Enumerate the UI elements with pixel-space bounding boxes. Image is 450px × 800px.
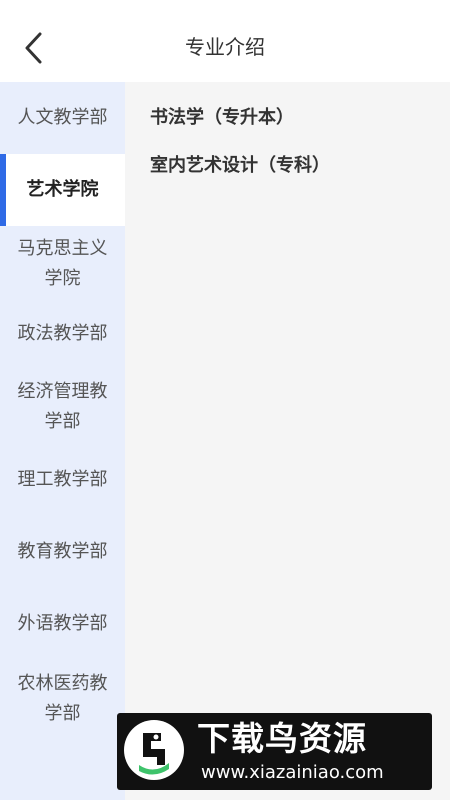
department-sidebar: 人文教学部 艺术学院 马克思主义学院 政法教学部 经济管理教学部 理工教学部 教… <box>0 82 125 800</box>
sidebar-item-economics-management[interactable]: 经济管理教学部 <box>0 366 125 448</box>
sidebar-item-label: 理工教学部 <box>17 469 108 490</box>
sidebar-item-label: 马克思主义学院 <box>17 238 108 289</box>
sidebar-item-label: 人文教学部 <box>17 107 108 128</box>
major-list: 书法学（专升本） 室内艺术设计（专科） <box>125 82 450 800</box>
sidebar-item-foreign-languages[interactable]: 外语教学部 <box>0 592 125 656</box>
sidebar-item-education[interactable]: 教育教学部 <box>0 512 125 592</box>
sidebar-item-politics-law[interactable]: 政法教学部 <box>0 302 125 366</box>
active-indicator <box>0 154 6 226</box>
watermark-title: 下载鸟资源 <box>197 719 367 758</box>
sidebar-item-arts[interactable]: 艺术学院 <box>0 154 125 226</box>
sidebar-item-label: 政法教学部 <box>17 323 108 344</box>
sidebar-item-humanities[interactable]: 人文教学部 <box>0 82 125 154</box>
sidebar-item-agriculture-medicine[interactable]: 农林医药教学部 <box>0 656 125 742</box>
sidebar-item-label: 农林医药教学部 <box>17 673 108 724</box>
sidebar-item-label: 艺术学院 <box>26 179 99 200</box>
page-title: 专业介绍 <box>185 35 265 59</box>
bird-logo-icon <box>124 720 184 780</box>
watermark-banner: 下载鸟资源 www.xiazainiao.com <box>117 713 432 790</box>
watermark-url: www.xiazainiao.com <box>201 762 384 783</box>
sidebar-item-marxism[interactable]: 马克思主义学院 <box>0 226 125 302</box>
list-item[interactable]: 室内艺术设计（专科） <box>150 152 330 180</box>
list-item[interactable]: 书法学（专升本） <box>150 104 294 132</box>
sidebar-item-label: 经济管理教学部 <box>17 381 108 432</box>
sidebar-item-science-engineering[interactable]: 理工教学部 <box>0 448 125 512</box>
top-bar: 专业介绍 <box>0 0 450 82</box>
sidebar-item-label: 教育教学部 <box>17 541 108 562</box>
sidebar-item-label: 外语教学部 <box>17 613 108 634</box>
